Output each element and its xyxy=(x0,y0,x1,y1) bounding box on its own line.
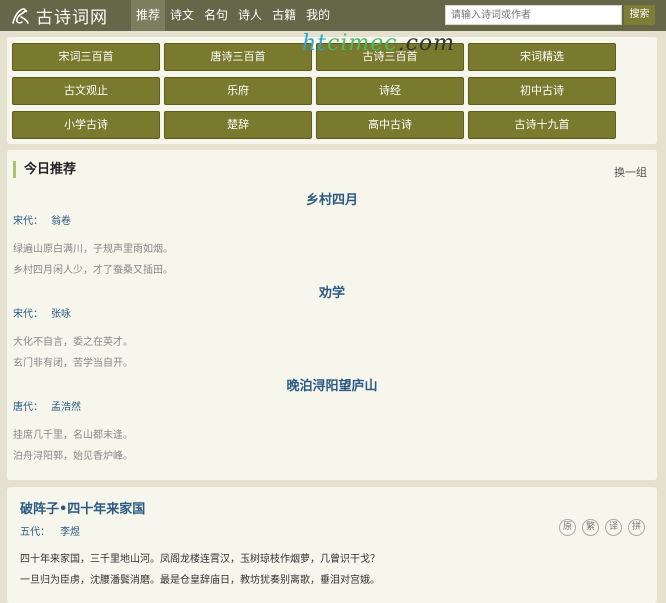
category-button[interactable]: 古诗十九首 xyxy=(468,111,616,139)
pinyin-icon[interactable]: 拼 xyxy=(628,519,645,536)
poem-meta: 五代： 李煜 xyxy=(20,523,80,538)
poem-title[interactable]: 晚泊浔阳望庐山 xyxy=(7,375,657,394)
refresh-link[interactable]: 换一组 xyxy=(614,164,647,180)
category-button[interactable]: 乐府 xyxy=(164,77,312,105)
logo-text: 古诗词网 xyxy=(36,8,108,28)
dynasty-label: 唐代： xyxy=(13,402,43,413)
poem-line: 乡村四月闲人少，才了蚕桑又插田。 xyxy=(13,265,173,276)
nav-item-mine[interactable]: 我的 xyxy=(301,0,335,31)
main-nav: 推荐 诗文 名句 诗人 古籍 我的 xyxy=(131,0,335,31)
category-button[interactable]: 宋词精选 xyxy=(468,43,616,71)
search-input[interactable] xyxy=(445,5,622,25)
watermark: htcimec.com xyxy=(302,31,455,56)
category-button[interactable]: 楚辞 xyxy=(164,111,312,139)
author-link[interactable]: 李煜 xyxy=(60,527,80,538)
poem-line: 四十年来家国，三千里地山河。凤阁龙楼连霄汉，玉树琼枝作烟萝，几曾识干戈？ xyxy=(20,554,380,565)
poem-line: 绿遍山原白满川，子规声里雨如烟。 xyxy=(13,244,173,255)
nav-item-quotes[interactable]: 名句 xyxy=(199,0,233,31)
poem-title[interactable]: 破阵子•四十年来家国 xyxy=(20,498,145,517)
author-link[interactable]: 翁卷 xyxy=(51,216,71,227)
translation-icon[interactable]: 译 xyxy=(605,519,622,536)
poem-tools: 原 繁 译 拼 xyxy=(559,519,645,536)
poem-title[interactable]: 劝学 xyxy=(7,282,657,301)
category-button[interactable]: 高中古诗 xyxy=(316,111,464,139)
poem-meta: 唐代： 孟浩然 xyxy=(13,398,81,413)
original-text-icon[interactable]: 原 xyxy=(559,519,576,536)
author-link[interactable]: 张咏 xyxy=(51,309,71,320)
nav-item-classics[interactable]: 古籍 xyxy=(267,0,301,31)
dynasty-label: 五代： xyxy=(20,527,50,538)
poem-line: 泊舟浔阳郭，始见香炉峰。 xyxy=(13,451,133,462)
category-button[interactable]: 古文观止 xyxy=(12,77,160,105)
dynasty-label: 宋代： xyxy=(13,216,43,227)
section-title: 今日推荐 xyxy=(13,161,76,178)
poem-line: 挂席几千里，名山都未逢。 xyxy=(13,430,133,441)
nav-item-poems[interactable]: 诗文 xyxy=(165,0,199,31)
category-button[interactable]: 宋词三百首 xyxy=(12,43,160,71)
logo-icon xyxy=(12,7,29,24)
traditional-chinese-icon[interactable]: 繁 xyxy=(582,519,599,536)
poem-meta: 宋代： 翁卷 xyxy=(13,212,71,227)
poem-title[interactable]: 乡村四月 xyxy=(7,189,657,208)
author-link[interactable]: 孟浩然 xyxy=(51,402,81,413)
category-button[interactable]: 诗经 xyxy=(316,77,464,105)
featured-poem-panel: 破阵子•四十年来家国 五代： 李煜 原 繁 译 拼 四十年来家国，三千里地山河。凤… xyxy=(7,487,657,603)
poem-line: 一旦归为臣虏，沈腰潘鬓消磨。最是仓皇辞庙日，教坊犹奏别离歌，垂泪对宫娥。 xyxy=(20,575,380,586)
poem-line: 大化不自言，委之在英才。 xyxy=(13,337,133,348)
category-button[interactable]: 唐诗三百首 xyxy=(164,43,312,71)
poem-line: 玄门非有闭，苦学当自开。 xyxy=(13,358,133,369)
poem-meta: 宋代： 张咏 xyxy=(13,305,71,320)
category-button[interactable]: 小学古诗 xyxy=(12,111,160,139)
search-button[interactable]: 搜索 xyxy=(624,5,655,25)
nav-item-recommend[interactable]: 推荐 xyxy=(131,0,166,31)
nav-item-poets[interactable]: 诗人 xyxy=(233,0,267,31)
category-button[interactable]: 初中古诗 xyxy=(468,77,616,105)
dynasty-label: 宋代： xyxy=(13,309,43,320)
site-logo[interactable]: 古诗词网 xyxy=(9,4,108,28)
top-bar: 古诗词网 推荐 诗文 名句 诗人 古籍 我的 搜索 xyxy=(0,0,666,31)
recommend-panel: 今日推荐 换一组 乡村四月 宋代： 翁卷 绿遍山原白满川，子规声里雨如烟。 乡村四… xyxy=(7,150,657,480)
